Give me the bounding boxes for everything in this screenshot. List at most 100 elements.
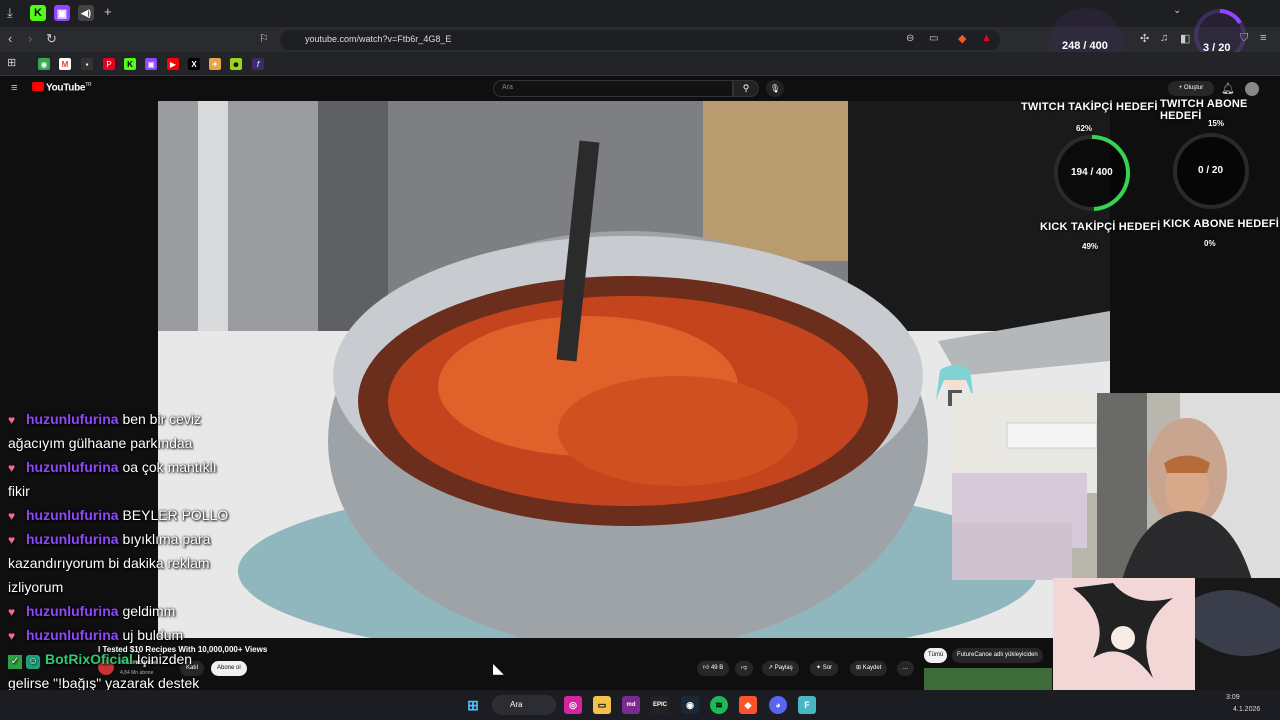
save-button[interactable]: ⊞ Kaydet [850, 661, 888, 676]
chat-message: ♥ huzunlufurina oa çok mantıklı [8, 459, 217, 475]
spotify-icon[interactable]: ≋ [710, 696, 728, 714]
brave-shield-icon[interactable]: ◆ [958, 32, 966, 45]
gmail-bookmark-icon[interactable]: M [59, 58, 71, 70]
media-icon[interactable]: ♫ [1160, 32, 1168, 44]
share-label: Paylaş [774, 665, 793, 671]
heart-badge-icon: ♥ [8, 605, 16, 619]
yt-menu-icon[interactable]: ≡ [11, 82, 17, 94]
cast-icon[interactable]: ▭ [929, 33, 938, 44]
chat-username[interactable]: huzunlufurina [26, 627, 119, 643]
heart-badge-icon: ♥ [8, 533, 16, 547]
ask-button[interactable]: ✦ Sor [810, 661, 839, 676]
thumbs-up-icon: 👍︎ [703, 665, 711, 671]
art-panel [1053, 578, 1195, 690]
download-icon[interactable]: ⤓ [7, 5, 13, 21]
new-tab-icon[interactable]: + [104, 4, 112, 19]
rewards-icon[interactable]: ▲ [981, 32, 992, 44]
yt-search-input[interactable]: Ara [493, 80, 733, 97]
kick-sub-goal-value: 0 / 20 [1198, 165, 1224, 176]
kick-tab-icon[interactable]: K [30, 5, 46, 21]
save-icon: ⊞ [856, 665, 863, 671]
discord-icon[interactable]: ◕ [769, 696, 787, 714]
x-bookmark-icon[interactable]: X [188, 58, 200, 70]
bookmark-icon[interactable]: ⚐ [259, 32, 269, 45]
reload-icon[interactable]: ↻ [46, 31, 57, 47]
chat-username[interactable]: huzunlufurina [26, 459, 119, 475]
avatar[interactable] [1245, 82, 1259, 96]
chat-message-cont: kazandırıyorum bi dakika reklam [8, 555, 210, 571]
forward-icon[interactable]: › [28, 31, 32, 46]
chat-message: ♥ huzunlufurina bıyıklıma para [8, 531, 210, 547]
youtube-bookmark-icon[interactable]: ▶ [167, 58, 179, 70]
apps-icon[interactable]: ⊞ [7, 56, 16, 69]
clock-time[interactable]: 3:09 [1226, 694, 1240, 701]
twitch-follow-goal-pct: 62% [1076, 124, 1093, 133]
chat-message: ♥ huzunlufurina uj buldum [8, 627, 183, 643]
chat-username[interactable]: huzunlufurina [26, 507, 119, 523]
notifications-icon[interactable]: 🔔︎ [1221, 82, 1235, 95]
app-icon[interactable]: md [622, 696, 640, 714]
sparkle-icon: ✦ [816, 665, 823, 671]
clock-date[interactable]: 4.1.2026 [1233, 706, 1260, 713]
subscribe-button[interactable]: Abone ol [211, 661, 247, 676]
file-explorer-icon[interactable]: ▭ [593, 696, 611, 714]
pinterest-bookmark-icon[interactable]: P [103, 58, 115, 70]
search-icon: ⚲ [742, 83, 750, 93]
create-label: Oluştur [1183, 85, 1204, 91]
art-panel-right [1195, 578, 1280, 690]
instagram-icon[interactable]: ◎ [564, 696, 582, 714]
steam-icon[interactable]: ◉ [681, 696, 699, 714]
chat-username[interactable]: huzunlufurina [26, 603, 119, 619]
kick-follow-goal-title: KICK TAKİPÇİ HEDEFİ [1040, 221, 1161, 233]
art-illustration [1073, 583, 1173, 678]
app-icon-f[interactable]: F [798, 696, 816, 714]
chat-message-cont: ağacıyım gülhaane parkındaa [8, 435, 193, 451]
maps-bookmark-icon[interactable]: ◉ [38, 58, 50, 70]
related-thumbnail[interactable] [924, 668, 1052, 690]
sidebar-icon[interactable]: ◧ [1180, 32, 1190, 45]
windows-taskbar [0, 690, 1280, 720]
twitch-bookmark-icon[interactable]: ▣ [145, 58, 157, 70]
youtube-logo[interactable]: YouTubeTR [32, 82, 92, 93]
twitch-tab-icon[interactable]: ▣ [54, 5, 70, 21]
zoom-icon[interactable]: ⊖ [906, 33, 914, 44]
kick-follow-goal-pct: 49% [1082, 242, 1099, 251]
chip-all[interactable]: Tümü [924, 648, 948, 663]
chat-text: geldimm [122, 603, 176, 619]
dislike-button[interactable]: 👎︎ [735, 661, 754, 676]
more-actions-button[interactable]: ... [897, 661, 915, 676]
tab-list-icon[interactable]: ⌄ [1173, 5, 1181, 16]
extensions-icon[interactable]: ✣ [1140, 32, 1149, 45]
like-button[interactable]: 👍︎ 49 B [697, 661, 730, 676]
yt-search-button[interactable]: ⚲ [733, 80, 759, 97]
webcam-frame [952, 393, 1280, 580]
audio-tab-icon[interactable]: ◀) [78, 5, 94, 21]
overlay-counter: 248 / 400 [1062, 40, 1108, 52]
yt-logo-icon [32, 82, 44, 92]
bookmark-icon-11[interactable]: f [252, 58, 264, 70]
bookmark-icon-10[interactable]: ☻ [230, 58, 242, 70]
kick-bookmark-icon[interactable]: K [124, 58, 136, 70]
chat-username[interactable]: huzunlufurina [26, 411, 119, 427]
menu-icon[interactable]: ≡ [1260, 32, 1266, 44]
bookmark-icon-3[interactable]: ▪ [81, 58, 93, 70]
start-icon[interactable]: ⊞ [464, 696, 482, 714]
url-text[interactable]: youtube.com/watch?v=Ftb6r_4G8_E [305, 34, 451, 44]
mic-button[interactable]: 🎙︎ [766, 80, 784, 97]
chat-username[interactable]: huzunlufurina [26, 531, 119, 547]
yt-logo-country: TR [85, 82, 92, 88]
brave-icon[interactable]: ◆ [739, 696, 757, 714]
chat-message-cont: izliyorum [8, 579, 64, 595]
chip-uploader[interactable]: FutureCanoe adlı yükleyiciden [952, 648, 1043, 663]
chat-username[interactable]: BotRixOficial [45, 651, 133, 667]
webcam-feed [952, 393, 1280, 580]
bookmark-icon-9[interactable]: ✦ [209, 58, 221, 70]
chat-message: ♥ huzunlufurina BEYLER POLLO [8, 507, 228, 523]
create-button[interactable]: + Oluştur [1168, 81, 1214, 96]
epic-games-icon[interactable]: EPIC [651, 696, 669, 714]
share-button[interactable]: ↗ Paylaş [762, 661, 799, 676]
back-icon[interactable]: ‹ [8, 31, 12, 46]
chat-message-cont: gelirse "!bağış" yazarak destek [8, 675, 200, 691]
taskbar-search[interactable]: Ara [492, 695, 556, 715]
chat-text: ben bir ceviz [122, 411, 202, 427]
